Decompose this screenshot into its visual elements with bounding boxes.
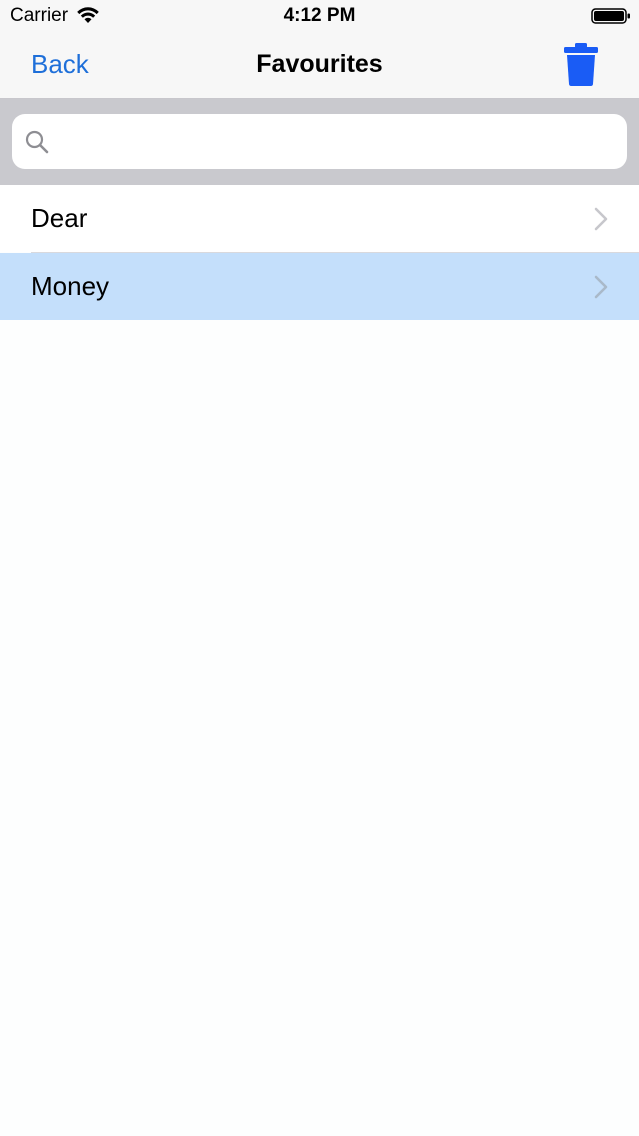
list-item-label: Dear (31, 203, 88, 233)
status-time: 4:12 PM (283, 5, 356, 26)
list-item-label: Money (31, 271, 110, 301)
page-title: Favourites (256, 50, 383, 78)
list-item-dear[interactable]: Dear (0, 185, 639, 252)
list-item-money[interactable]: Money (0, 253, 639, 320)
search-bar (0, 99, 639, 185)
search-field[interactable] (12, 114, 627, 169)
chevron-right-icon (594, 275, 608, 299)
search-icon (25, 130, 49, 154)
trash-icon[interactable] (561, 41, 601, 87)
battery-icon (591, 8, 630, 24)
favourites-list: Dear Money (0, 185, 639, 320)
status-bar: Carrier 4:12 PM (0, 0, 639, 32)
chevron-right-icon (594, 207, 608, 231)
navigation-bar: Back Favourites (0, 32, 639, 99)
search-input[interactable] (62, 114, 612, 169)
